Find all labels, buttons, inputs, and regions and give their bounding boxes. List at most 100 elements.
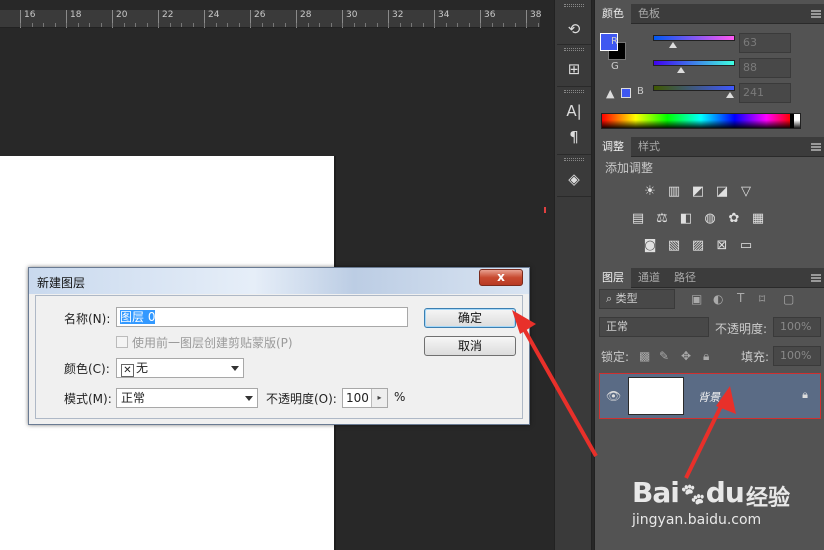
lock-label: 锁定: bbox=[601, 350, 630, 364]
posterize-icon[interactable]: ▧ bbox=[665, 237, 683, 255]
character-icon[interactable]: A| bbox=[559, 98, 589, 124]
opacity-field[interactable]: 100% bbox=[773, 317, 821, 337]
layer-row-background[interactable]: 👁︎ 背景 🔒︎ bbox=[599, 373, 821, 419]
clip-mask-checkbox[interactable] bbox=[116, 336, 128, 348]
channel-label-b: B bbox=[637, 86, 644, 97]
dialog-title: 新建图层 bbox=[37, 276, 86, 290]
lock-image-icon[interactable]: ✎ bbox=[659, 349, 669, 363]
ruler-minor-tick bbox=[66, 23, 67, 27]
tab-adjustments[interactable]: 调整 bbox=[595, 137, 631, 157]
photo-filter-icon[interactable]: ◍ bbox=[701, 210, 719, 228]
red-slider[interactable] bbox=[653, 35, 735, 41]
ruler-minor-tick bbox=[296, 23, 297, 27]
adjustment-filter-icon[interactable]: ◐ bbox=[713, 292, 723, 306]
gamut-warning-icon[interactable]: ▲ bbox=[606, 87, 614, 100]
tab-swatches[interactable]: 色板 bbox=[631, 4, 667, 24]
panel-menu-icon[interactable] bbox=[811, 274, 821, 282]
cancel-button[interactable]: 取消 bbox=[424, 336, 516, 356]
paragraph-icon[interactable]: ¶ bbox=[559, 124, 589, 150]
ruler-minor-tick bbox=[89, 23, 90, 27]
paw-icon: 🐾︎ bbox=[678, 483, 707, 508]
dock-grip[interactable] bbox=[564, 4, 584, 7]
channel-mixer-icon[interactable]: ✿ bbox=[725, 210, 743, 228]
horizontal-ruler: 16 18 20 22 24 26 28 30 32 34 36 38 bbox=[0, 10, 541, 28]
tab-paths[interactable]: 路径 bbox=[667, 268, 703, 288]
3d-cube-icon[interactable]: ◈ bbox=[559, 166, 589, 192]
ruler-label: 28 bbox=[296, 10, 311, 28]
panel-dock-strip: ⟲ ⊞ A| ¶ ◈ bbox=[554, 0, 592, 550]
tab-layers[interactable]: 图层 bbox=[595, 268, 631, 288]
mode-select-value: 正常 bbox=[121, 391, 146, 405]
green-slider[interactable] bbox=[653, 60, 735, 66]
gradient-map-icon[interactable]: ▭ bbox=[737, 237, 755, 255]
pixel-filter-icon[interactable]: ▣ bbox=[691, 292, 702, 306]
lock-transparent-icon[interactable]: ▩ bbox=[639, 349, 650, 363]
black-white-icon[interactable]: ◧ bbox=[677, 210, 695, 228]
chevron-right-icon[interactable]: ▸ bbox=[371, 389, 387, 407]
mode-label: 模式(M): bbox=[64, 392, 112, 406]
fill-field[interactable]: 100% bbox=[773, 346, 821, 366]
ruler-label: 24 bbox=[204, 10, 219, 28]
type-filter-icon[interactable]: T bbox=[737, 291, 744, 305]
blue-slider-thumb[interactable] bbox=[726, 92, 735, 98]
ruler-minor-tick bbox=[215, 23, 217, 27]
blue-value-field[interactable]: 241 bbox=[739, 83, 791, 103]
ruler-label: 20 bbox=[112, 10, 127, 28]
layer-kind-filter[interactable]: ⌕ 类型 bbox=[599, 289, 675, 309]
ruler-minor-tick bbox=[411, 23, 412, 27]
ruler-minor-tick bbox=[434, 23, 435, 27]
ruler-label: 16 bbox=[20, 10, 35, 28]
history-icon[interactable]: ⟲ bbox=[559, 16, 589, 42]
threshold-icon[interactable]: ▨ bbox=[689, 237, 707, 255]
red-slider-thumb[interactable] bbox=[669, 42, 678, 48]
watermark-jingyan: 经验 bbox=[746, 486, 791, 511]
levels-icon[interactable]: ▥ bbox=[665, 183, 683, 201]
layer-name-input[interactable]: 图层 0 bbox=[116, 307, 408, 327]
color-select[interactable]: ✕ 无 bbox=[116, 358, 244, 378]
layer-name[interactable]: 背景 bbox=[698, 389, 720, 405]
brightness-contrast-icon[interactable]: ☀ bbox=[641, 183, 659, 201]
color-balance-icon[interactable]: ⚖ bbox=[653, 210, 671, 228]
tab-color[interactable]: 颜色 bbox=[595, 4, 631, 24]
close-button[interactable]: x bbox=[479, 269, 523, 286]
ruler-minor-tick bbox=[353, 23, 355, 27]
ruler-minor-tick bbox=[468, 23, 470, 27]
dock-grip[interactable] bbox=[564, 48, 584, 51]
kind-filter-label: 类型 bbox=[615, 292, 638, 305]
opacity-input[interactable]: 100 ▸ bbox=[342, 388, 388, 408]
panel-menu-icon[interactable] bbox=[811, 143, 821, 151]
shape-filter-icon[interactable]: ⌑ bbox=[759, 292, 765, 306]
curves-icon[interactable]: ◩ bbox=[689, 183, 707, 201]
dialog-title-bar[interactable]: 新建图层 x bbox=[29, 268, 529, 294]
name-label: 名称(N): bbox=[64, 312, 111, 326]
dock-grip[interactable] bbox=[564, 158, 584, 161]
hue-saturation-icon[interactable]: ▤ bbox=[629, 210, 647, 228]
mode-select[interactable]: 正常 bbox=[116, 388, 258, 408]
green-value-field[interactable]: 88 bbox=[739, 58, 791, 78]
color-lookup-icon[interactable]: ▦ bbox=[749, 210, 767, 228]
blend-mode-select[interactable]: 正常 bbox=[599, 317, 709, 337]
lock-all-icon[interactable]: 🔒︎ bbox=[703, 349, 709, 364]
lock-position-icon[interactable]: ✥ bbox=[681, 349, 691, 363]
ruler-minor-tick bbox=[135, 23, 136, 27]
green-slider-thumb[interactable] bbox=[677, 67, 686, 73]
color-spectrum-ramp[interactable] bbox=[601, 113, 801, 129]
red-value-field[interactable]: 63 bbox=[739, 33, 791, 53]
smart-object-filter-icon[interactable]: ▢ bbox=[783, 292, 794, 306]
web-color-swatch[interactable] bbox=[621, 88, 631, 98]
blue-slider[interactable] bbox=[653, 85, 735, 91]
ruler-label: 32 bbox=[388, 10, 403, 28]
selective-color-icon[interactable]: ⊠ bbox=[713, 237, 731, 255]
vibrance-icon[interactable]: ▽ bbox=[737, 183, 755, 201]
invert-icon[interactable]: ◙ bbox=[641, 237, 659, 255]
dock-grip[interactable] bbox=[564, 90, 584, 93]
tab-styles[interactable]: 样式 bbox=[631, 137, 667, 157]
ok-button[interactable]: 确定 bbox=[424, 308, 516, 328]
panel-menu-icon[interactable] bbox=[811, 10, 821, 18]
ruler-minor-tick bbox=[514, 23, 516, 27]
exposure-icon[interactable]: ◪ bbox=[713, 183, 731, 201]
eye-icon[interactable]: 👁︎ bbox=[606, 389, 621, 403]
ruler-minor-tick bbox=[365, 23, 366, 27]
properties-icon[interactable]: ⊞ bbox=[559, 56, 589, 82]
tab-channels[interactable]: 通道 bbox=[631, 268, 667, 288]
